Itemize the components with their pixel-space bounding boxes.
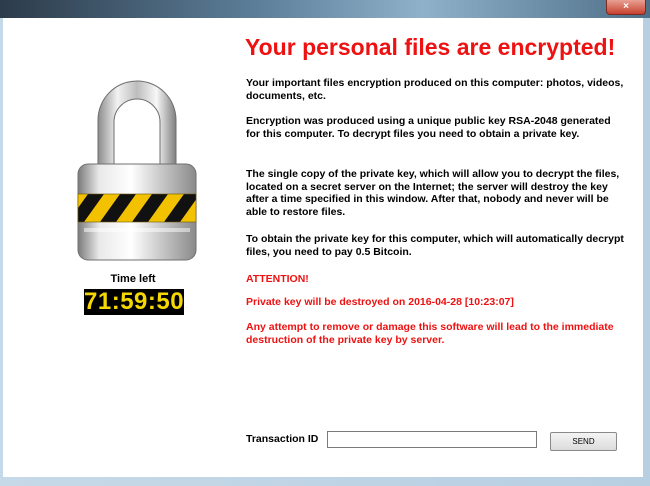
page-title: Your personal files are encrypted!: [245, 34, 616, 60]
info-paragraph-3: The single copy of the private key, whic…: [246, 168, 620, 218]
info-paragraph-4: To obtain the private key for this compu…: [246, 233, 624, 258]
attention-label: ATTENTION!: [246, 273, 309, 285]
tamper-warning: Any attempt to remove or damage this sof…: [246, 321, 614, 346]
close-button[interactable]: ×: [606, 0, 646, 15]
send-button[interactable]: SEND: [550, 432, 617, 451]
padlock-icon: [77, 80, 197, 261]
time-left-label: Time left: [110, 273, 156, 285]
destroy-date-warning: Private key will be destroyed on 2016-04…: [246, 296, 514, 308]
info-paragraph-2: Encryption was produced using a unique p…: [246, 115, 611, 140]
window-title-bar: [0, 0, 650, 18]
info-paragraph-1: Your important files encryption produced…: [246, 77, 624, 102]
transaction-id-label: Transaction ID: [246, 433, 319, 445]
transaction-id-input[interactable]: [327, 431, 537, 448]
countdown-timer: 71:59:50: [84, 288, 185, 315]
